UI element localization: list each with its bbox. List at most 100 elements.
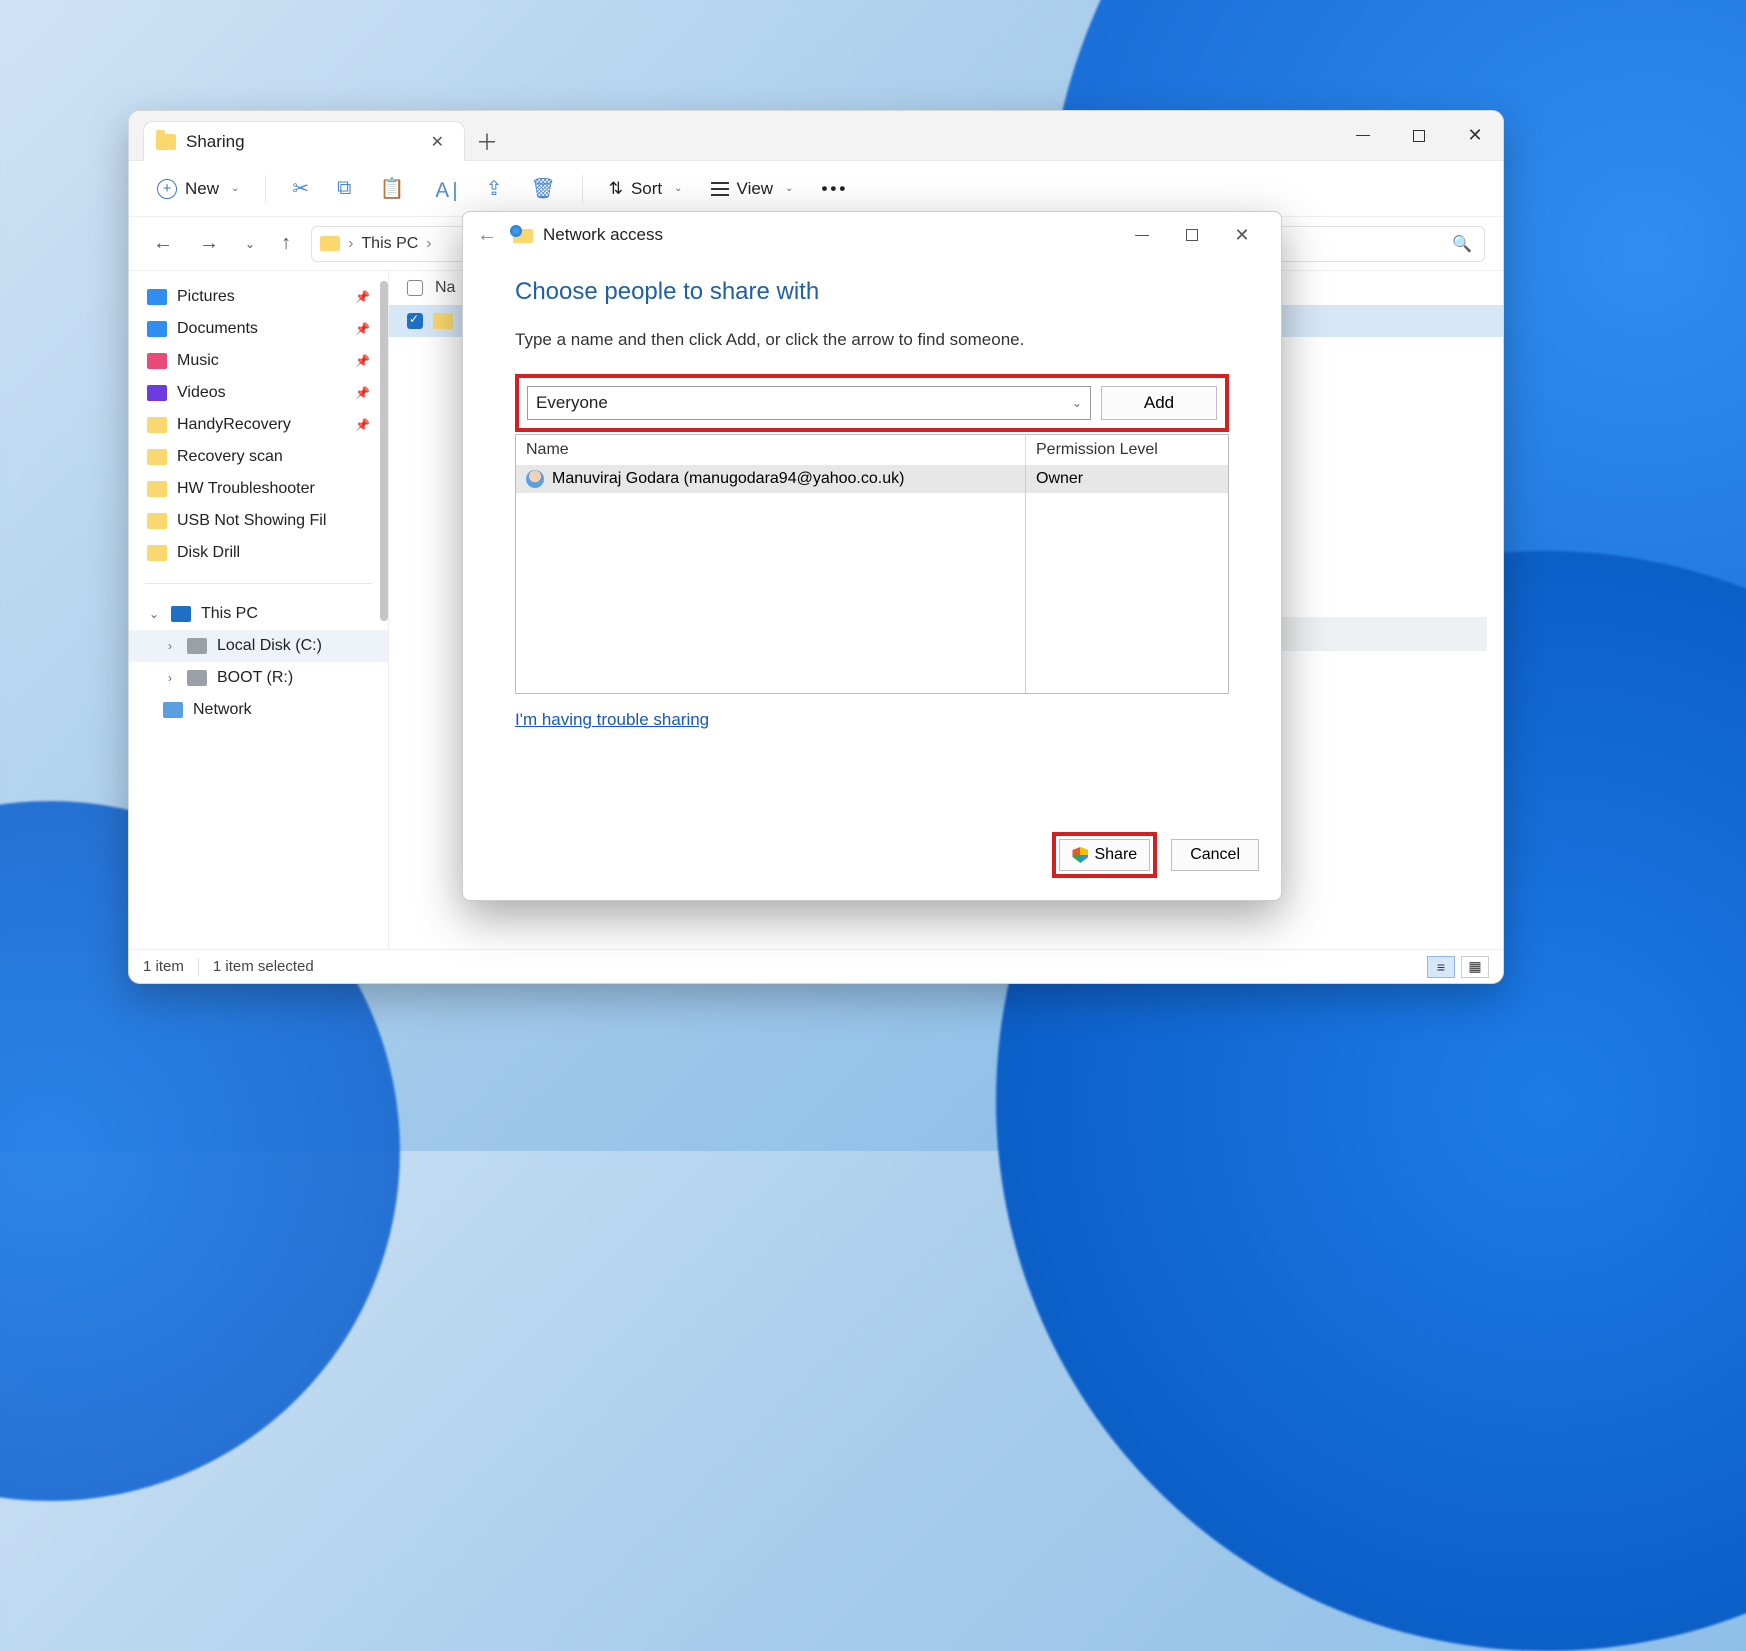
view-button[interactable]: View ⌄	[701, 173, 804, 205]
maximize-button[interactable]	[1391, 111, 1447, 160]
separator	[198, 958, 199, 976]
add-button[interactable]: Add	[1101, 386, 1217, 420]
col-permission[interactable]: Permission Level	[1026, 435, 1228, 465]
scrollbar-thumb[interactable]	[380, 281, 388, 621]
network-access-dialog: ← Network access ✕ Choose people to shar…	[462, 211, 1282, 901]
close-button[interactable]: ✕	[1447, 111, 1503, 160]
sidebar-item-label: HandyRecovery	[177, 416, 291, 434]
sidebar-item-label: HW Troubleshooter	[177, 480, 315, 498]
column-name[interactable]: Na	[435, 279, 455, 297]
up-button[interactable]: ↑	[275, 228, 297, 259]
new-label: New	[185, 179, 219, 199]
window-controls: ✕	[1335, 111, 1503, 160]
dialog-body: Choose people to share with Type a name …	[463, 258, 1281, 730]
dialog-subline: Type a name and then click Add, or click…	[515, 330, 1229, 350]
sidebar-item-music[interactable]: Music📌	[129, 345, 388, 377]
cut-button[interactable]: ✂	[282, 170, 319, 207]
folder-icon	[147, 449, 167, 465]
sidebar-item-network[interactable]: Network	[129, 694, 388, 726]
combobox-value: Everyone	[536, 393, 1072, 413]
tab-label: Sharing	[186, 132, 413, 152]
permissions-row[interactable]: Manuviraj Godara (manugodara94@yahoo.co.…	[516, 465, 1228, 493]
trouble-sharing-link[interactable]: I'm having trouble sharing	[515, 710, 709, 730]
sidebar-item-usbnotshowing[interactable]: USB Not Showing Fil	[129, 505, 388, 537]
network-share-icon	[513, 227, 533, 243]
chevron-down-icon: ⌄	[147, 607, 161, 621]
more-button[interactable]: •••	[811, 173, 858, 205]
back-button[interactable]: ←	[477, 224, 497, 247]
pin-icon: 📌	[355, 322, 370, 336]
share-button[interactable]: ⇪	[476, 170, 513, 207]
new-tab-button[interactable]: ＋	[465, 121, 509, 160]
chevron-right-icon: ›	[426, 235, 431, 253]
separator	[265, 175, 266, 203]
tab-close-icon[interactable]: ✕	[423, 128, 452, 156]
folder-icon	[320, 236, 340, 251]
share-label: Share	[1094, 846, 1137, 864]
back-button[interactable]: ←	[147, 228, 179, 259]
maximize-button[interactable]	[1167, 216, 1217, 254]
chevron-down-icon: ⌄	[674, 183, 682, 194]
sidebar-item-thispc[interactable]: ⌄This PC	[129, 598, 388, 630]
sidebar-item-videos[interactable]: Videos📌	[129, 377, 388, 409]
history-dropdown[interactable]: ⌄	[239, 233, 261, 255]
cancel-button[interactable]: Cancel	[1171, 839, 1259, 871]
plus-circle-icon: +	[157, 179, 177, 199]
breadcrumb-thispc[interactable]: This PC	[361, 235, 418, 253]
copy-button[interactable]: ⧉	[327, 171, 361, 206]
close-button[interactable]: ✕	[1217, 216, 1267, 254]
sidebar-item-label: Disk Drill	[177, 544, 240, 562]
sidebar-item-documents[interactable]: Documents📌	[129, 313, 388, 345]
chevron-down-icon: ⌄	[231, 183, 239, 194]
tab-sharing[interactable]: Sharing ✕	[143, 121, 465, 161]
people-combobox[interactable]: Everyone ⌄	[527, 386, 1091, 420]
row-checkbox[interactable]	[407, 313, 423, 329]
highlight-share-button: Share	[1052, 832, 1157, 878]
minimize-button[interactable]	[1117, 216, 1167, 254]
icons-view-button[interactable]: ▦	[1461, 956, 1489, 978]
sidebar-item-handyrecovery[interactable]: HandyRecovery 📌	[129, 409, 388, 441]
pin-icon: 📌	[355, 418, 370, 432]
permissions-empty	[516, 493, 1228, 693]
chevron-down-icon[interactable]: ⌄	[1072, 396, 1082, 410]
minimize-button[interactable]	[1335, 111, 1391, 160]
sidebar-item-recoveryscan[interactable]: Recovery scan	[129, 441, 388, 473]
rename-button[interactable]: Ａ|	[422, 168, 467, 209]
sidebar-item-label: Network	[193, 701, 252, 719]
documents-icon	[147, 321, 167, 337]
disk-icon	[187, 638, 207, 654]
sidebar-item-hwtroubleshooter[interactable]: HW Troubleshooter	[129, 473, 388, 505]
permission-level: Owner	[1026, 465, 1228, 493]
search-input[interactable]: 🔍	[1275, 226, 1485, 262]
sidebar-item-pictures[interactable]: Pictures📌	[129, 281, 388, 313]
view-icon	[711, 188, 729, 190]
paste-button[interactable]: 📋	[369, 170, 414, 207]
cancel-label: Cancel	[1190, 846, 1240, 864]
folder-icon	[147, 513, 167, 529]
chevron-right-icon: ›	[348, 235, 353, 253]
forward-button[interactable]: →	[193, 228, 225, 259]
details-view-button[interactable]: ≡	[1427, 956, 1455, 978]
dialog-window-controls: ✕	[1117, 216, 1267, 254]
status-selected-count: 1 item selected	[213, 958, 314, 975]
search-icon: 🔍	[1452, 234, 1472, 254]
sort-label: Sort	[631, 179, 662, 199]
music-icon	[147, 353, 167, 369]
col-name[interactable]: Name	[516, 435, 1026, 465]
sidebar-item-label: Videos	[177, 384, 226, 402]
sidebar-item-boot[interactable]: ›BOOT (R:)	[129, 662, 388, 694]
sidebar-item-localdisk[interactable]: ›Local Disk (C:)	[129, 630, 388, 662]
select-all-checkbox[interactable]	[407, 280, 423, 296]
new-button[interactable]: + New ⌄	[147, 173, 249, 205]
dialog-headline: Choose people to share with	[515, 278, 1229, 306]
share-button[interactable]: Share	[1059, 839, 1150, 871]
sidebar-item-diskdrill[interactable]: Disk Drill	[129, 537, 388, 569]
chevron-right-icon: ›	[163, 671, 177, 685]
view-label: View	[737, 179, 774, 199]
folder-icon	[156, 134, 176, 150]
dialog-title: Network access	[543, 225, 663, 245]
toolbar: + New ⌄ ✂ ⧉ 📋 Ａ| ⇪ 🗑 ⇅ Sort ⌄ View ⌄ •••	[129, 161, 1503, 217]
sort-button[interactable]: ⇅ Sort ⌄	[599, 173, 693, 205]
sidebar-item-label: Pictures	[177, 288, 235, 306]
delete-button[interactable]: 🗑	[520, 170, 565, 207]
